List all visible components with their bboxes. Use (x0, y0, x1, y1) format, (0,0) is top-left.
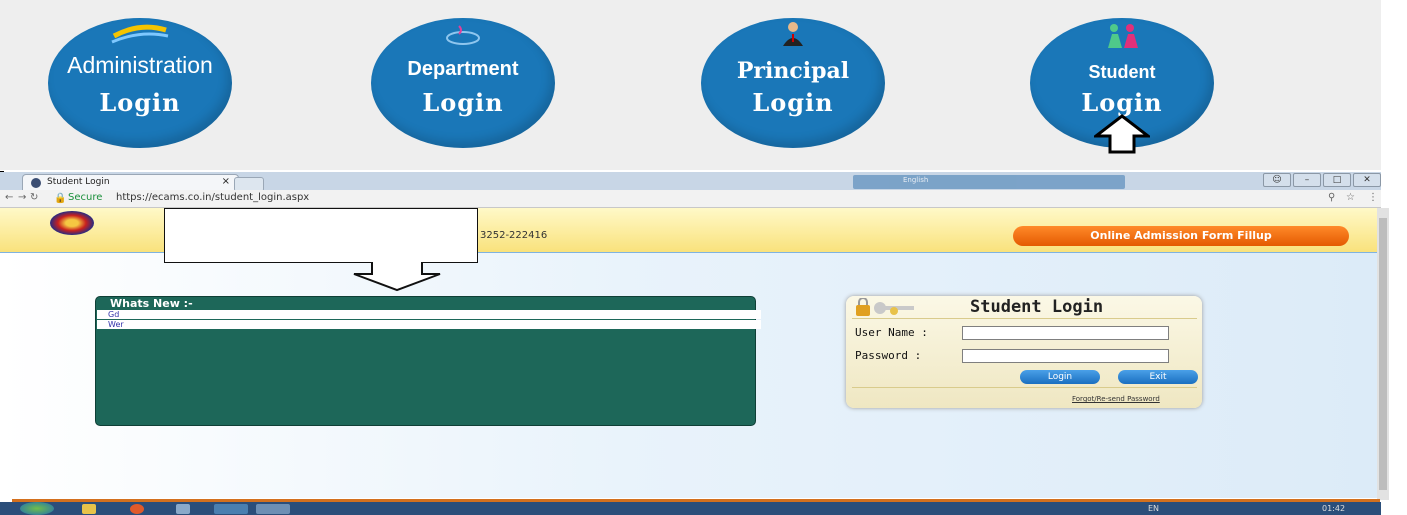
down-arrow-icon (353, 262, 441, 292)
tab-close-icon[interactable]: × (222, 176, 230, 187)
tab-title: Student Login (47, 177, 110, 187)
secure-label: Secure (68, 192, 103, 203)
user-icon[interactable]: ☺ (1263, 173, 1291, 187)
college-logo (50, 211, 94, 235)
wave-logo-icon (111, 24, 169, 44)
exit-button[interactable]: Exit (1118, 370, 1198, 384)
media-icon[interactable] (130, 504, 144, 514)
system-toolbar: English (853, 175, 1125, 189)
divider (852, 387, 1197, 388)
maximize-button[interactable]: □ (1323, 173, 1351, 187)
student-label: Student (1088, 62, 1156, 82)
principal-login-button[interactable]: Principal Login (701, 18, 885, 148)
login-button[interactable]: Login (1020, 370, 1100, 384)
window-icon[interactable] (256, 504, 290, 514)
students-icon (1108, 24, 1138, 48)
chrome-icon[interactable] (214, 504, 248, 514)
student-login-label: Login (1081, 88, 1163, 117)
login-type-banner: Administration Login Department Login Pr… (0, 0, 1381, 170)
back-icon[interactable]: ← (5, 192, 13, 203)
principal-label: Principal (736, 58, 850, 84)
taskbar-clock[interactable]: 01:42 (1322, 504, 1345, 513)
online-admission-button[interactable]: Online Admission Form Fillup (1013, 226, 1349, 246)
window-controls: ☺ – □ ✕ (1263, 173, 1381, 187)
keys-icon (856, 298, 914, 316)
explorer-icon[interactable] (82, 504, 96, 514)
administration-label: Administration (67, 52, 213, 78)
minimize-button[interactable]: – (1293, 173, 1321, 187)
scrollbar-thumb[interactable] (1379, 218, 1387, 490)
reload-icon[interactable]: ↻ (30, 192, 38, 203)
administration-login-label: Login (99, 88, 181, 117)
site-favicon-icon (31, 178, 41, 188)
forward-icon[interactable]: → (18, 192, 26, 203)
redaction-box (164, 208, 478, 263)
department-label: Department (407, 58, 519, 80)
start-button[interactable] (20, 502, 54, 515)
divider (852, 318, 1197, 319)
login-title: Student Login (970, 297, 1104, 317)
list-item[interactable]: Wer (97, 320, 761, 329)
close-window-button[interactable]: ✕ (1353, 173, 1381, 187)
taskbar (0, 502, 1381, 515)
password-label: Password : (855, 349, 922, 362)
student-login-button[interactable]: Student Login (1030, 18, 1214, 154)
username-input[interactable] (962, 326, 1169, 340)
department-login-button[interactable]: Department Login (371, 18, 555, 148)
language-indicator[interactable]: EN (1148, 504, 1159, 513)
username-label: User Name : (855, 326, 928, 339)
browser-tab[interactable]: Student Login × (22, 174, 239, 191)
password-input[interactable] (962, 349, 1169, 363)
url-field[interactable]: 🔒 Secure https://ecams.co.in/student_log… (40, 192, 1360, 205)
list-item[interactable]: Gd (97, 310, 761, 319)
forgot-password-link[interactable]: Forgot/Re-send Password (1072, 395, 1160, 403)
department-login-label: Login (422, 88, 504, 117)
app-icon[interactable] (176, 504, 190, 514)
menu-icon[interactable]: ⋮ (1368, 192, 1378, 203)
url-text: https://ecams.co.in/student_login.aspx (116, 192, 310, 203)
lock-icon: 🔒 (54, 193, 67, 204)
phone-number: 3252-222416 (480, 230, 548, 241)
up-arrow-icon (1094, 114, 1150, 154)
administration-login-button[interactable]: Administration Login (48, 18, 232, 148)
whats-new-title: Whats New :- (110, 297, 193, 310)
cup-icon (446, 25, 480, 45)
language-label: English (903, 176, 929, 184)
principal-login-label: Login (752, 88, 834, 117)
person-icon (783, 22, 803, 46)
